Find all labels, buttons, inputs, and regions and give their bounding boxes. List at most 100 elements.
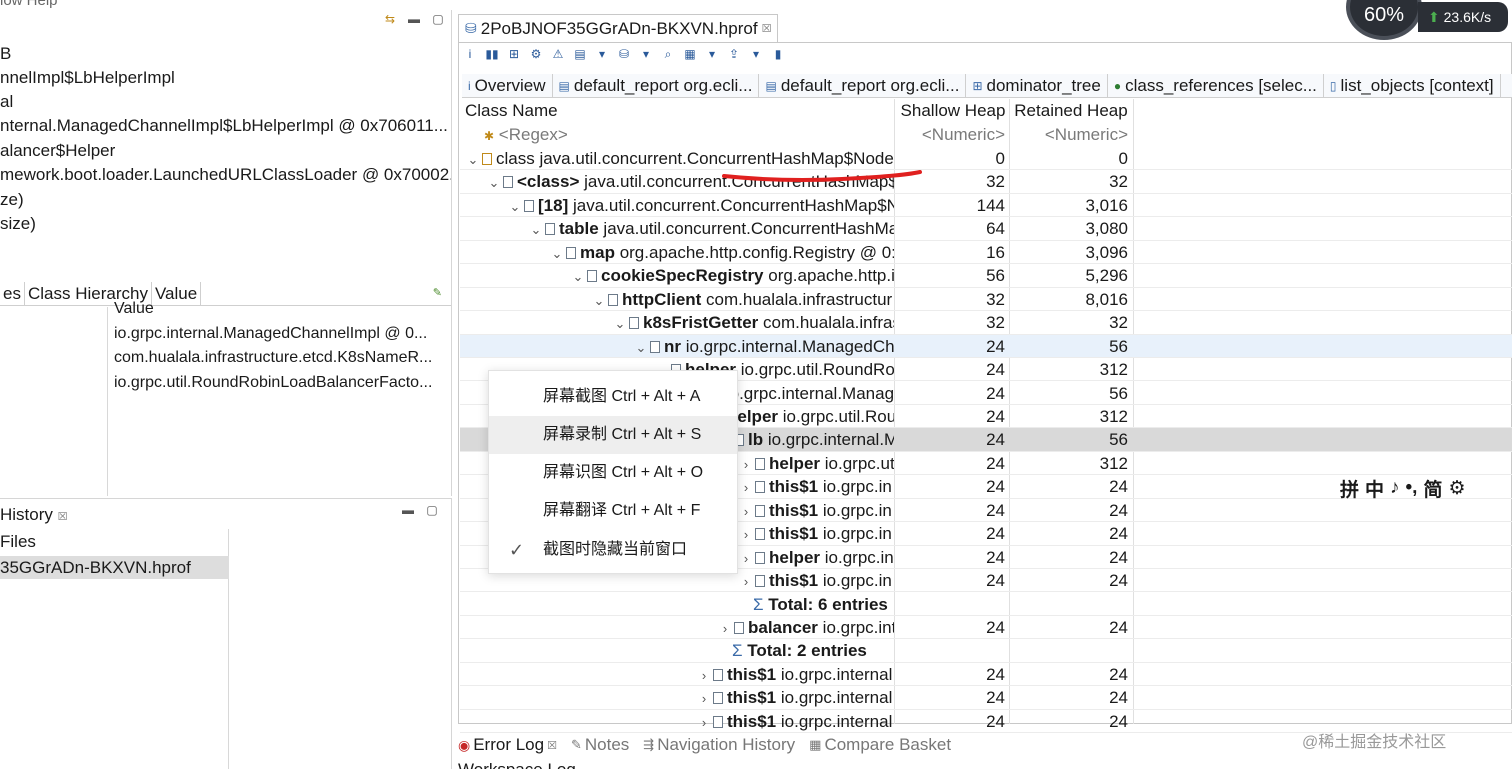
dropdown-icon[interactable]: ▾ bbox=[748, 46, 764, 62]
menu-item-screen-translate[interactable]: 屏幕翻译 Ctrl + Alt + F bbox=[489, 492, 737, 530]
export-icon[interactable]: ⇪ bbox=[726, 46, 742, 62]
history-file-row[interactable]: 35GGrADn-BKXVN.hprof bbox=[0, 556, 229, 579]
tab-compare-basket[interactable]: ▦ Compare Basket bbox=[809, 735, 951, 755]
chevron-right-icon[interactable]: › bbox=[739, 476, 753, 499]
column-header-class-name[interactable]: Class Name bbox=[460, 99, 894, 123]
editor-tab-hprof[interactable]: ⛁ 2PoBJNOF35GGrADn-BKXVN.hprof ☒ bbox=[458, 14, 779, 42]
chevron-down-icon[interactable]: ⌄ bbox=[487, 171, 501, 194]
table-row[interactable]: ⌄ cookieSpecRegistry org.apache.http.in 56… bbox=[460, 264, 1512, 288]
info-icon[interactable]: i bbox=[462, 46, 478, 62]
minimize-icon[interactable]: ▬ bbox=[407, 12, 421, 26]
cell-shallow-heap: 32 bbox=[986, 289, 1005, 309]
tab-dominator-tree[interactable]: ⊞ dominator_tree bbox=[966, 74, 1108, 98]
tab-navigation-history[interactable]: ⇶ Navigation History bbox=[643, 735, 795, 755]
table-icon[interactable]: ▦ bbox=[682, 46, 698, 62]
tab-overview[interactable]: i Overview bbox=[462, 74, 553, 98]
chevron-right-icon[interactable]: › bbox=[739, 453, 753, 476]
query-icon[interactable]: ⚙ bbox=[528, 46, 544, 62]
chevron-down-icon[interactable]: ⌄ bbox=[571, 265, 585, 288]
table-row[interactable]: ⌄ nr io.grpc.internal.ManagedCh 24 56 bbox=[460, 334, 1512, 359]
dropdown-icon[interactable]: ▾ bbox=[594, 46, 610, 62]
tab-error-log[interactable]: ◉ Error Log ☒ bbox=[458, 735, 557, 755]
cell-class-name: › balancer io.grpc.int bbox=[460, 616, 894, 640]
cell-retained-heap: 0 bbox=[1118, 149, 1128, 168]
menu-item-screenshot[interactable]: 屏幕截图 Ctrl + Alt + A bbox=[489, 378, 737, 416]
ime-settings-icon[interactable]: ⚙ bbox=[1448, 477, 1465, 500]
table-row[interactable]: ⌄ <class> java.util.concurrent.Concurrent… bbox=[460, 170, 1512, 194]
table-row[interactable]: ⌄ class java.util.concurrent.ConcurrentHa… bbox=[460, 147, 1512, 171]
table-row[interactable]: ⌄ table java.util.concurrent.ConcurrentHa… bbox=[460, 217, 1512, 241]
object-icon bbox=[755, 504, 765, 517]
tab-default-report-1[interactable]: ▤ default_report org.ecli... bbox=[553, 74, 760, 98]
chevron-right-icon[interactable]: › bbox=[718, 617, 732, 640]
close-icon[interactable]: ☒ bbox=[762, 22, 772, 35]
minimize-icon[interactable]: ▬ bbox=[401, 503, 415, 517]
column-header-shallow-heap[interactable]: Shallow Heap bbox=[898, 99, 1012, 123]
table-row[interactable]: ⌄ httpClient com.hualala.infrastructur 32 8… bbox=[460, 288, 1512, 312]
chevron-right-icon[interactable]: › bbox=[739, 547, 753, 570]
chevron-down-icon[interactable]: ⌄ bbox=[466, 148, 480, 171]
menu-item-hide-window[interactable]: ✓ 截图时隐藏当前窗口 bbox=[489, 531, 737, 569]
maximize-icon[interactable]: ▢ bbox=[425, 503, 439, 517]
reports-icon[interactable]: ▤ bbox=[572, 46, 588, 62]
histogram-icon[interactable]: ▮▮ bbox=[484, 46, 500, 62]
value-cell[interactable]: io.grpc.internal.ManagedChannelImpl @ 0.… bbox=[114, 322, 427, 346]
chevron-right-icon[interactable]: › bbox=[739, 500, 753, 523]
regex-filter[interactable]: ✱ <Regex> bbox=[460, 123, 894, 148]
ime-pinyin-icon[interactable]: 拼 bbox=[1340, 475, 1359, 502]
chevron-down-icon[interactable]: ⌄ bbox=[634, 336, 648, 359]
chevron-down-icon[interactable]: ⌄ bbox=[592, 289, 606, 312]
shallow-filter[interactable]: <Numeric> bbox=[895, 123, 1009, 147]
tab-value[interactable]: Value bbox=[152, 282, 202, 306]
chevron-right-icon[interactable]: › bbox=[697, 687, 711, 710]
close-icon[interactable]: ☒ bbox=[547, 739, 557, 752]
table-row[interactable]: Σ Total: 6 entries bbox=[460, 593, 1512, 616]
heap-dump-icon[interactable]: ⛁ bbox=[616, 46, 632, 62]
calc-retained-icon[interactable]: ▮ bbox=[770, 46, 786, 62]
tab-attributes[interactable]: es bbox=[0, 282, 25, 306]
workspace-log-label: Workspace Log bbox=[458, 760, 576, 769]
network-gauge[interactable]: 60% bbox=[1346, 0, 1422, 40]
search-icon[interactable]: ⌕ bbox=[660, 46, 676, 62]
chevron-right-icon[interactable]: › bbox=[739, 523, 753, 546]
value-cell[interactable]: io.grpc.util.RoundRobinLoadBalancerFacto… bbox=[114, 371, 432, 395]
ime-simplified-icon[interactable]: 简 bbox=[1423, 475, 1442, 502]
chevron-down-icon[interactable]: ⌄ bbox=[529, 218, 543, 241]
sync-icon[interactable]: ⇆ bbox=[383, 12, 397, 26]
tab-class-references[interactable]: ● class_references [selec... bbox=[1108, 74, 1324, 98]
maximize-icon[interactable]: ▢ bbox=[431, 12, 445, 26]
tab-list-objects[interactable]: ▯ list_objects [context] bbox=[1324, 74, 1501, 98]
table-row[interactable]: ⌄ map org.apache.http.config.Registry @ 0… bbox=[460, 241, 1512, 265]
table-row[interactable]: ⌄ [18] java.util.concurrent.ConcurrentHas… bbox=[460, 194, 1512, 218]
chevron-right-icon[interactable]: › bbox=[739, 570, 753, 593]
ime-moon-icon[interactable]: ♪ bbox=[1390, 477, 1400, 499]
menu-bar-fragment[interactable]: low Help bbox=[0, 0, 58, 9]
tab-default-report-2[interactable]: ▤ default_report org.ecli... bbox=[759, 74, 967, 98]
tab-notes[interactable]: ✎ Notes bbox=[571, 735, 629, 755]
chevron-down-icon[interactable]: ⌄ bbox=[550, 242, 564, 265]
leak-icon[interactable]: ⚠ bbox=[550, 46, 566, 62]
chevron-right-icon[interactable]: › bbox=[697, 711, 711, 734]
table-row[interactable]: › this$1 io.grpc.internal 24 24 bbox=[460, 663, 1512, 687]
column-header-retained-heap[interactable]: Retained Heap bbox=[1012, 99, 1136, 123]
dropdown-icon[interactable]: ▾ bbox=[704, 46, 720, 62]
table-row[interactable]: Σ Total: 2 entries bbox=[460, 639, 1512, 663]
value-cell[interactable]: com.hualala.infrastructure.etcd.K8sNameR… bbox=[114, 346, 432, 370]
ime-punct-icon[interactable]: •, bbox=[1406, 477, 1418, 499]
tab-history[interactable]: History ☒ bbox=[0, 504, 68, 526]
field-name: map bbox=[580, 242, 615, 262]
chevron-down-icon[interactable]: ⌄ bbox=[613, 312, 627, 335]
ime-chinese-icon[interactable]: 中 bbox=[1365, 475, 1384, 502]
pin-icon[interactable]: ✎ bbox=[433, 286, 442, 299]
menu-item-image-recognition[interactable]: 屏幕识图 Ctrl + Alt + O bbox=[489, 454, 737, 492]
dropdown-icon[interactable]: ▾ bbox=[638, 46, 654, 62]
close-icon[interactable]: ☒ bbox=[58, 511, 68, 523]
retained-filter[interactable]: <Numeric> bbox=[1010, 123, 1134, 147]
table-row[interactable]: › balancer io.grpc.int 24 24 bbox=[460, 616, 1512, 640]
chevron-right-icon[interactable]: › bbox=[697, 664, 711, 687]
chevron-down-icon[interactable]: ⌄ bbox=[508, 195, 522, 218]
table-row[interactable]: › this$1 io.grpc.internal 24 24 bbox=[460, 686, 1512, 710]
dominator-icon[interactable]: ⊞ bbox=[506, 46, 522, 62]
menu-item-screen-record[interactable]: 屏幕录制 Ctrl + Alt + S bbox=[489, 416, 737, 454]
table-row[interactable]: ⌄ k8sFristGetter com.hualala.infras 32 32 bbox=[460, 311, 1512, 335]
